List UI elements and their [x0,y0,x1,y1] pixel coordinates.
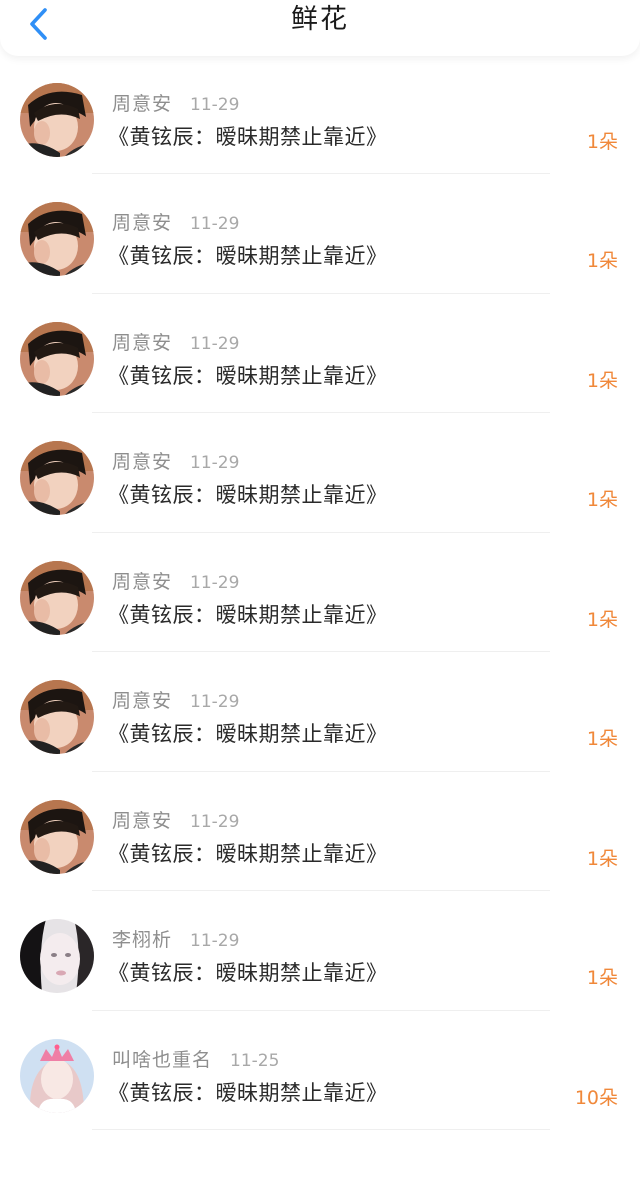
sender-name: 叫啥也重名 [112,1048,213,1071]
list-item[interactable]: 周意安 11-29 《黄铉辰：暧昧期禁止靠近》 1朵 [0,533,640,652]
flower-count: 10朵 [574,1086,618,1109]
avatar[interactable] [20,560,94,635]
list-item[interactable]: 叫啥也重名 11-25 《黄铉辰：暧昧期禁止靠近》 10朵 [0,1011,640,1130]
item-meta: 周意安 11-29 [112,447,239,475]
book-title: 《黄铉辰：暧昧期禁止靠近》 [108,961,388,985]
sender-name: 李栩析 [112,929,173,951]
item-meta: 周意安 11-29 [112,89,239,117]
avatar[interactable] [20,441,94,515]
item-meta: 周意安 11-29 [112,686,239,714]
item-meta: 李栩析 11-29 [112,925,239,953]
flower-count: 1朵 [586,250,618,272]
send-date: 11-25 [230,1050,280,1071]
book-title: 《黄铉辰：暧昧期禁止靠近》 [108,722,388,746]
item-meta: 周意安 11-29 [112,567,239,595]
avatar[interactable] [20,82,94,157]
avatar[interactable] [20,202,94,276]
avatar[interactable] [20,680,94,754]
flower-record-list: 周意安 11-29 《黄铉辰：暧昧期禁止靠近》 1朵 周意安 11-29 《黄铉辰：暧昧期禁… [0,0,640,1130]
sender-name: 周意安 [112,809,173,832]
divider [92,1129,550,1130]
sender-name: 周意安 [112,212,173,234]
send-date: 11-29 [190,692,240,712]
page-title: 鲜花 [291,4,349,35]
list-item[interactable]: 周意安 11-29 《黄铉辰：暧昧期禁止靠近》 1朵 [0,55,640,174]
sender-name: 周意安 [112,690,173,712]
flower-count: 1朵 [586,967,618,989]
flower-count: 1朵 [586,369,618,392]
send-date: 11-29 [190,572,240,593]
avatar[interactable] [20,919,94,993]
flower-count: 1朵 [586,130,618,153]
sender-name: 周意安 [112,570,173,593]
book-title: 《黄铉辰：暧昧期禁止靠近》 [108,602,388,627]
send-date: 11-29 [190,453,240,473]
flower-count: 1朵 [586,608,618,631]
item-meta: 周意安 11-29 [112,208,239,236]
list-item[interactable]: 周意安 11-29 《黄铉辰：暧昧期禁止靠近》 1朵 [0,294,640,413]
avatar[interactable] [20,1038,94,1113]
nav-bar: 鲜花 [0,0,640,56]
avatar[interactable] [20,799,94,874]
list-item[interactable]: 李栩析 11-29 《黄铉辰：暧昧期禁止靠近》 1朵 [0,891,640,1011]
book-title: 《黄铉辰：暧昧期禁止靠近》 [108,841,388,866]
item-meta: 叫啥也重名 11-25 [112,1045,279,1073]
flower-count: 1朵 [586,489,618,511]
book-title: 《黄铉辰：暧昧期禁止靠近》 [108,483,388,507]
list-item[interactable]: 周意安 11-29 《黄铉辰：暧昧期禁止靠近》 1朵 [0,413,640,533]
sender-name: 周意安 [112,92,173,115]
send-date: 11-29 [190,333,240,354]
book-title: 《黄铉辰：暧昧期禁止靠近》 [108,363,388,388]
flower-count: 1朵 [586,728,618,750]
send-date: 11-29 [190,94,240,115]
avatar[interactable] [20,321,94,396]
list-item[interactable]: 周意安 11-29 《黄铉辰：暧昧期禁止靠近》 1朵 [0,772,640,891]
flowers-page: 周意安 11-29 《黄铉辰：暧昧期禁止靠近》 1朵 周意安 11-29 《黄铉辰：暧昧期禁… [0,0,640,1194]
send-date: 11-29 [190,931,240,951]
book-title: 《黄铉辰：暧昧期禁止靠近》 [108,1080,388,1105]
list-item[interactable]: 周意安 11-29 《黄铉辰：暧昧期禁止靠近》 1朵 [0,652,640,772]
list-item[interactable]: 周意安 11-29 《黄铉辰：暧昧期禁止靠近》 1朵 [0,174,640,294]
item-meta: 周意安 11-29 [112,806,239,834]
send-date: 11-29 [190,214,240,234]
item-meta: 周意安 11-29 [112,328,239,356]
flower-count: 1朵 [586,847,618,870]
sender-name: 周意安 [112,451,173,473]
send-date: 11-29 [190,811,240,832]
book-title: 《黄铉辰：暧昧期禁止靠近》 [108,244,388,268]
book-title: 《黄铉辰：暧昧期禁止靠近》 [108,124,388,149]
sender-name: 周意安 [112,331,173,354]
